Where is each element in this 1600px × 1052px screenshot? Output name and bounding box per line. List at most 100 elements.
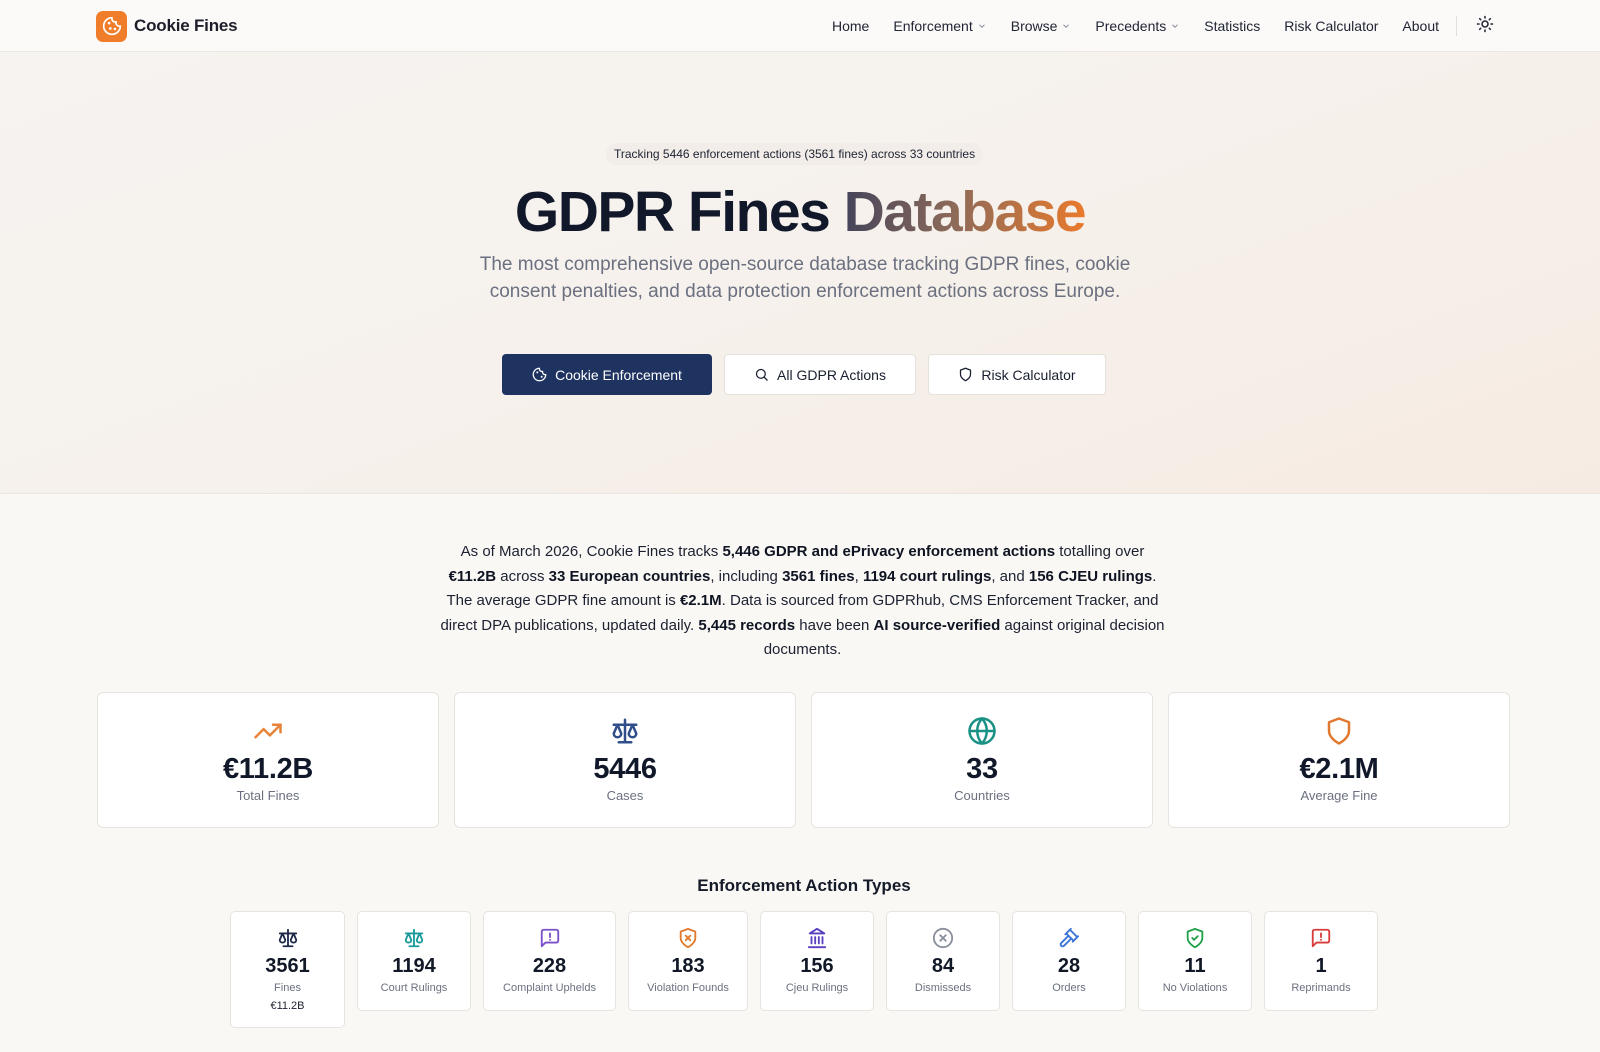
stat-value: 33 — [966, 753, 998, 785]
type-label-text: Reprimand — [1291, 982, 1346, 994]
stat-card-total-fines: €11.2B Total Fines — [97, 692, 439, 828]
nav-item-home[interactable]: Home — [832, 18, 869, 34]
top-navbar: Cookie Fines Home Enforcement Browse Pre… — [0, 0, 1600, 52]
globe-icon — [812, 716, 1152, 746]
main-nav: Home Enforcement Browse Precedents Stati… — [832, 0, 1497, 52]
type-count: 183 — [671, 955, 705, 977]
chevron-down-icon — [1061, 21, 1071, 31]
nav-label: Home — [832, 18, 870, 34]
nav-item-statistics[interactable]: Statistics — [1204, 18, 1260, 34]
type-card-violation-found[interactable]: 183 Violation Founds — [628, 911, 748, 1011]
nav-item-precedents[interactable]: Precedents — [1095, 18, 1180, 34]
message-alert-icon — [484, 927, 615, 949]
stat-value: €11.2B — [222, 753, 314, 785]
type-card-cjeu-rulings[interactable]: 156 Cjeu Rulings — [760, 911, 874, 1011]
stat-value: 5446 — [593, 753, 657, 785]
summary-text: totalling over — [1055, 543, 1145, 560]
type-card-fines[interactable]: 3561 Fines €11.2B — [230, 911, 345, 1028]
type-label: Court Rulings — [380, 982, 448, 994]
type-count: 84 — [931, 955, 955, 977]
theme-toggle-button[interactable] — [1473, 14, 1497, 38]
summary-text: , including — [710, 567, 783, 585]
type-count: 228 — [532, 955, 567, 977]
type-label: Reprimands — [1291, 982, 1351, 994]
hero-section: Tracking 5446 enforcement actions (3561 … — [0, 52, 1600, 494]
scale-icon — [358, 927, 470, 949]
hero-actions: Cookie Enforcement All GDPR Actions Risk… — [502, 354, 1106, 396]
summary-text: , and — [991, 567, 1029, 585]
type-label-text: Dismissed — [914, 982, 966, 994]
type-label: Fines — [274, 982, 301, 994]
search-icon — [754, 367, 769, 382]
type-label: Complaint Uphelds — [503, 982, 596, 994]
nav-item-risk-calculator[interactable]: Risk Calculator — [1284, 18, 1378, 34]
nav-item-browse[interactable]: Browse — [1011, 18, 1072, 34]
stat-label: Countries — [954, 788, 1010, 803]
type-count: 156 — [800, 955, 834, 977]
stat-card-average-fine: €2.1M Average Fine — [1168, 692, 1510, 828]
summary-highlight: 3561 fines — [782, 567, 855, 585]
hero-subtitle: The most comprehensive open-source datab… — [479, 254, 1131, 302]
page-title: GDPR Fines Database — [0, 177, 1600, 247]
stat-card-cases: 5446 Cases — [454, 692, 796, 828]
cookie-icon — [532, 367, 547, 382]
brand-link[interactable]: Cookie Fines — [96, 10, 238, 42]
shield-check-icon — [1139, 927, 1251, 949]
summary-highlight: €11.2B — [448, 567, 497, 585]
title-main: GDPR Fines — [514, 180, 844, 244]
message-alert-icon — [1265, 927, 1377, 949]
tracking-badge: Tracking 5446 enforcement actions (3561 … — [606, 143, 984, 165]
stats-grid: €11.2B Total Fines 5446 Cases 33 Countri… — [97, 692, 1510, 828]
summary-highlight: 5,446 GDPR and ePrivacy enforcement acti… — [722, 543, 1056, 560]
landmark-icon — [761, 927, 873, 949]
summary-highlight: AI source-verified — [873, 616, 1001, 634]
nav-label: Statistics — [1204, 18, 1261, 34]
trending-up-icon — [98, 716, 438, 746]
type-label-text: Violation Found — [647, 982, 724, 994]
type-card-reprimand[interactable]: 1 Reprimands — [1264, 911, 1378, 1011]
summary-text: have been — [795, 616, 874, 634]
type-label: Dismisseds — [914, 982, 972, 994]
type-count: 3561 — [265, 955, 310, 977]
chevron-down-icon — [977, 21, 987, 31]
nav-label: Browse — [1010, 18, 1058, 34]
type-label: Orders — [1052, 982, 1086, 994]
cookie-enforcement-button[interactable]: Cookie Enforcement — [502, 354, 712, 395]
cookie-icon — [96, 10, 127, 42]
scale-icon — [455, 716, 795, 746]
stat-card-countries: 33 Countries — [811, 692, 1153, 828]
nav-label: Enforcement — [893, 18, 973, 34]
circle-x-icon — [887, 927, 999, 949]
nav-divider — [1456, 16, 1457, 36]
nav-item-about[interactable]: About — [1402, 18, 1439, 34]
stat-label: Cases — [606, 788, 644, 803]
type-count: 11 — [1184, 955, 1206, 977]
brand-name: Cookie Fines — [134, 16, 238, 35]
type-card-court-rulings[interactable]: 1194 Court Rulings — [357, 911, 471, 1011]
all-gdpr-actions-button[interactable]: All GDPR Actions — [724, 354, 916, 395]
type-count: 28 — [1057, 955, 1081, 977]
summary-highlight: 1194 court rulings — [862, 567, 992, 585]
summary-highlight: €2.1M — [679, 592, 722, 609]
type-count: 1 — [1315, 955, 1327, 977]
nav-label: Precedents — [1095, 18, 1167, 34]
type-label-text: Complaint Upheld — [503, 982, 591, 994]
nav-item-enforcement[interactable]: Enforcement — [893, 18, 986, 34]
summary-highlight: 5,445 records — [698, 616, 796, 634]
button-label: Risk Calculator — [981, 366, 1076, 383]
action-types-grid: 3561 Fines €11.2B 1194 Court Rulings 228… — [230, 911, 1378, 1028]
risk-calculator-button[interactable]: Risk Calculator — [928, 354, 1106, 395]
summary-text: As of March 2026, Cookie Fines tracks — [460, 543, 723, 560]
nav-label: About — [1402, 18, 1439, 34]
summary-text: across — [496, 567, 549, 585]
type-card-dismissed[interactable]: 84 Dismisseds — [886, 911, 1000, 1011]
summary-text: , — [854, 567, 863, 585]
stat-label: Total Fines — [236, 788, 300, 803]
type-card-orders[interactable]: 28 Orders — [1012, 911, 1126, 1011]
type-label: Cjeu Rulings — [785, 982, 849, 994]
type-card-complaint-upheld[interactable]: 228 Complaint Uphelds — [483, 911, 616, 1011]
summary-highlight: 33 European countries — [548, 567, 711, 585]
type-amount: €11.2B — [270, 1000, 305, 1012]
type-card-no-violation[interactable]: 11 No Violations — [1138, 911, 1252, 1011]
stat-label: Average Fine — [1300, 788, 1378, 803]
